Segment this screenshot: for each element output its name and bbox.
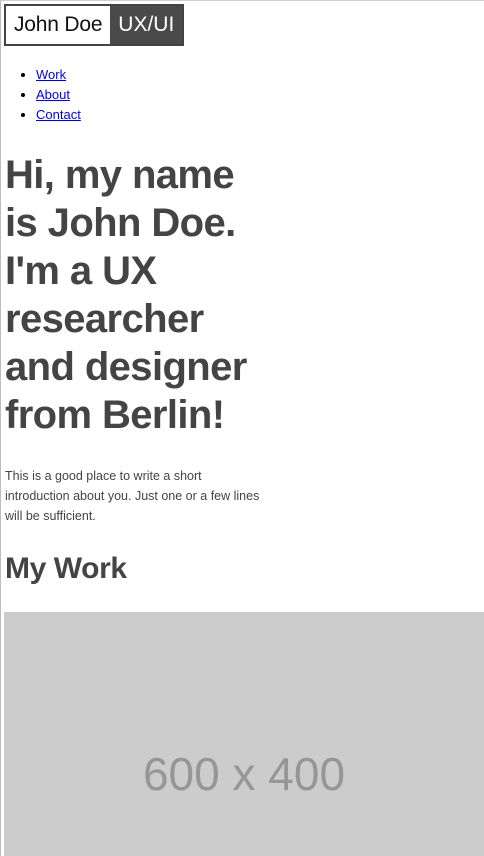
nav-item-contact: Contact xyxy=(36,105,81,125)
intro-text: This is a good place to write a short in… xyxy=(5,469,260,523)
page: John Doe UX/UI Work About Contact Hi, my… xyxy=(1,1,484,856)
nav-link-contact[interactable]: Contact xyxy=(36,107,81,122)
main-nav: Work About Contact xyxy=(1,65,81,125)
logo-name: John Doe xyxy=(6,6,111,44)
placeholder-label: 600 x 400 xyxy=(142,748,346,800)
logo-role: UX/UI xyxy=(110,6,183,44)
nav-item-about: About xyxy=(36,85,81,105)
work-image-placeholder[interactable]: 600 x 400 xyxy=(4,612,484,856)
nav-item-work: Work xyxy=(36,65,81,85)
my-work-heading: My Work xyxy=(5,552,127,585)
nav-link-about[interactable]: About xyxy=(36,87,70,102)
site-logo[interactable]: John Doe UX/UI xyxy=(4,4,185,46)
nav-link-work[interactable]: Work xyxy=(36,67,66,82)
hero-title: Hi, my name is John Doe. I'm a UX resear… xyxy=(5,153,247,437)
